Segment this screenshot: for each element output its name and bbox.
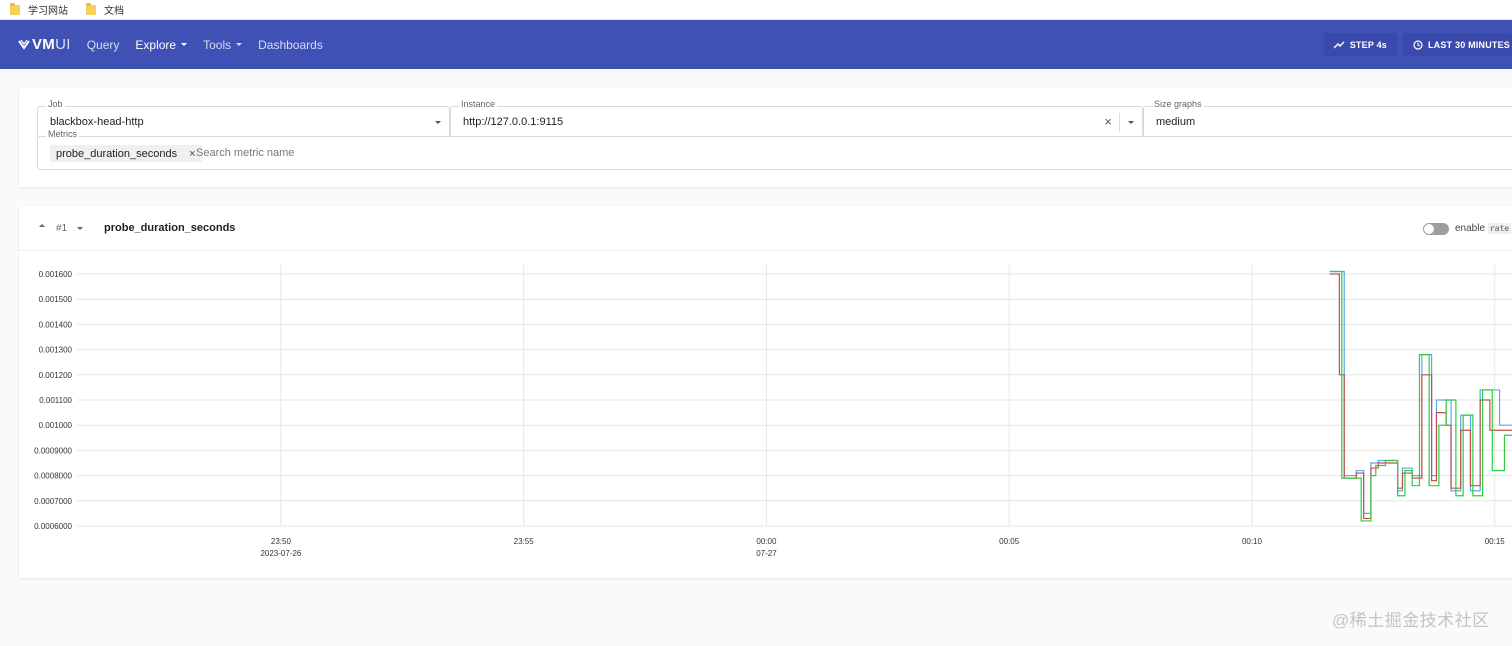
y-tick-label: 0.001200 xyxy=(39,371,73,380)
chevron-down-icon xyxy=(236,43,243,46)
instance-label: Instance xyxy=(459,99,498,109)
size-graphs-value: medium xyxy=(1156,116,1196,128)
logo-vm-text: VM xyxy=(32,36,56,53)
x-tick-date-label: 2023-07-26 xyxy=(260,549,301,558)
vmui-logo[interactable]: VM UI xyxy=(18,36,71,53)
job-value: blackbox-head-http xyxy=(50,116,144,128)
metrics-label: Metrics xyxy=(46,129,79,139)
folder-icon xyxy=(10,2,20,15)
header-controls: STEP 4s LAST 30 MINUTES xyxy=(1316,33,1512,56)
rate-toggle[interactable] xyxy=(1423,223,1449,235)
y-tick-label: 0.001500 xyxy=(39,295,73,304)
job-label: Job xyxy=(46,99,65,109)
y-tick-label: 0.0007000 xyxy=(34,497,72,506)
nav-explore[interactable]: Explore xyxy=(135,37,188,52)
rate-code: rate xyxy=(1487,223,1512,234)
x-tick-label: 00:00 xyxy=(756,537,777,546)
app-header: VM UI Query Explore Tools Dashboards STEP… xyxy=(0,20,1512,69)
x-tick-label: 00:15 xyxy=(1485,537,1506,546)
series-line xyxy=(1329,270,1512,514)
time-range-button[interactable]: LAST 30 MINUTES xyxy=(1402,33,1512,56)
nav-tools-label: Tools xyxy=(203,37,232,52)
divider xyxy=(1119,113,1120,132)
folder-icon xyxy=(86,2,96,15)
time-range-label: LAST 30 MINUTES xyxy=(1427,39,1510,50)
graph-title: probe_duration_seconds xyxy=(104,222,236,234)
y-tick-label: 0.001100 xyxy=(39,396,72,405)
instance-select[interactable]: Instance http://127.0.0.1:9115 × xyxy=(450,99,1143,138)
nav-query[interactable]: Query xyxy=(87,38,120,52)
nav-tools[interactable]: Tools xyxy=(203,37,243,52)
bookmark-study-sites[interactable]: 学习网站 xyxy=(10,2,68,17)
bookmark-label: 文档 xyxy=(104,6,124,17)
clock-icon xyxy=(1413,39,1423,50)
job-select[interactable]: Job blackbox-head-http xyxy=(37,99,450,138)
trend-icon xyxy=(1333,41,1345,48)
y-tick-label: 0.0008000 xyxy=(34,472,72,481)
graph-header: #1 probe_duration_seconds enable rate xyxy=(19,206,1512,251)
metric-search-input[interactable]: Search metric name xyxy=(196,147,294,159)
series-line xyxy=(1329,270,1512,522)
y-tick-label: 0.001300 xyxy=(39,346,73,355)
y-tick-label: 0.001600 xyxy=(39,270,73,279)
nav-explore-label: Explore xyxy=(135,37,177,52)
nav-dashboards-label: Dashboards xyxy=(258,37,323,52)
series-line xyxy=(1329,273,1512,520)
chevron-down-icon[interactable] xyxy=(1128,121,1134,124)
y-tick-label: 0.0009000 xyxy=(34,446,72,455)
chevron-down-icon[interactable] xyxy=(77,227,83,230)
close-icon[interactable]: × xyxy=(1104,114,1112,129)
filters-panel: Job blackbox-head-http Instance http://1… xyxy=(19,88,1512,187)
size-graphs-label: Size graphs xyxy=(1152,99,1204,109)
chevron-down-icon xyxy=(181,43,188,46)
instance-value: http://127.0.0.1:9115 xyxy=(463,116,564,128)
logo-ui-text: UI xyxy=(55,36,71,53)
x-tick-label: 00:05 xyxy=(999,537,1020,546)
x-tick-label: 23:55 xyxy=(514,537,535,546)
bookmark-label: 学习网站 xyxy=(28,6,68,17)
x-tick-label: 23:50 xyxy=(271,537,292,546)
chevron-down-icon[interactable] xyxy=(435,121,441,124)
y-tick-label: 0.0006000 xyxy=(34,522,72,531)
metric-chip: probe_duration_seconds × xyxy=(50,145,202,162)
x-tick-label: 00:10 xyxy=(1242,537,1263,546)
step-button[interactable]: STEP 4s xyxy=(1323,33,1397,56)
y-tick-label: 0.001400 xyxy=(39,320,73,329)
close-icon[interactable]: × xyxy=(189,148,195,160)
step-label: STEP 4s xyxy=(1349,39,1387,50)
graph-index: #1 xyxy=(56,223,68,234)
metrics-select[interactable]: Metrics probe_duration_seconds × Search … xyxy=(37,129,1512,170)
y-tick-label: 0.001000 xyxy=(39,421,73,430)
size-graphs-select[interactable]: Size graphs medium xyxy=(1143,99,1512,138)
enable-text: enable xyxy=(1455,223,1486,234)
bookmark-docs[interactable]: 文档 xyxy=(86,2,124,17)
graph-panel: #1 probe_duration_seconds enable rate 0.… xyxy=(19,206,1512,578)
victoriametrics-logo-icon xyxy=(18,39,30,50)
nav-dashboards[interactable]: Dashboards xyxy=(258,38,323,52)
metric-chip-label: probe_duration_seconds xyxy=(56,147,178,160)
watermark: @稀土掘金技术社区 xyxy=(1332,611,1490,630)
bookmarks-bar: 学习网站 文档 xyxy=(0,0,1512,20)
chevron-up-icon[interactable] xyxy=(39,224,45,227)
nav-query-label: Query xyxy=(86,37,120,52)
x-tick-date-label: 07-27 xyxy=(756,549,777,558)
rate-toggle-label: enable rate xyxy=(1455,223,1512,234)
line-chart: 0.001600 0.001500 0.001400 0.001300 0.001200… xyxy=(34,265,1512,558)
